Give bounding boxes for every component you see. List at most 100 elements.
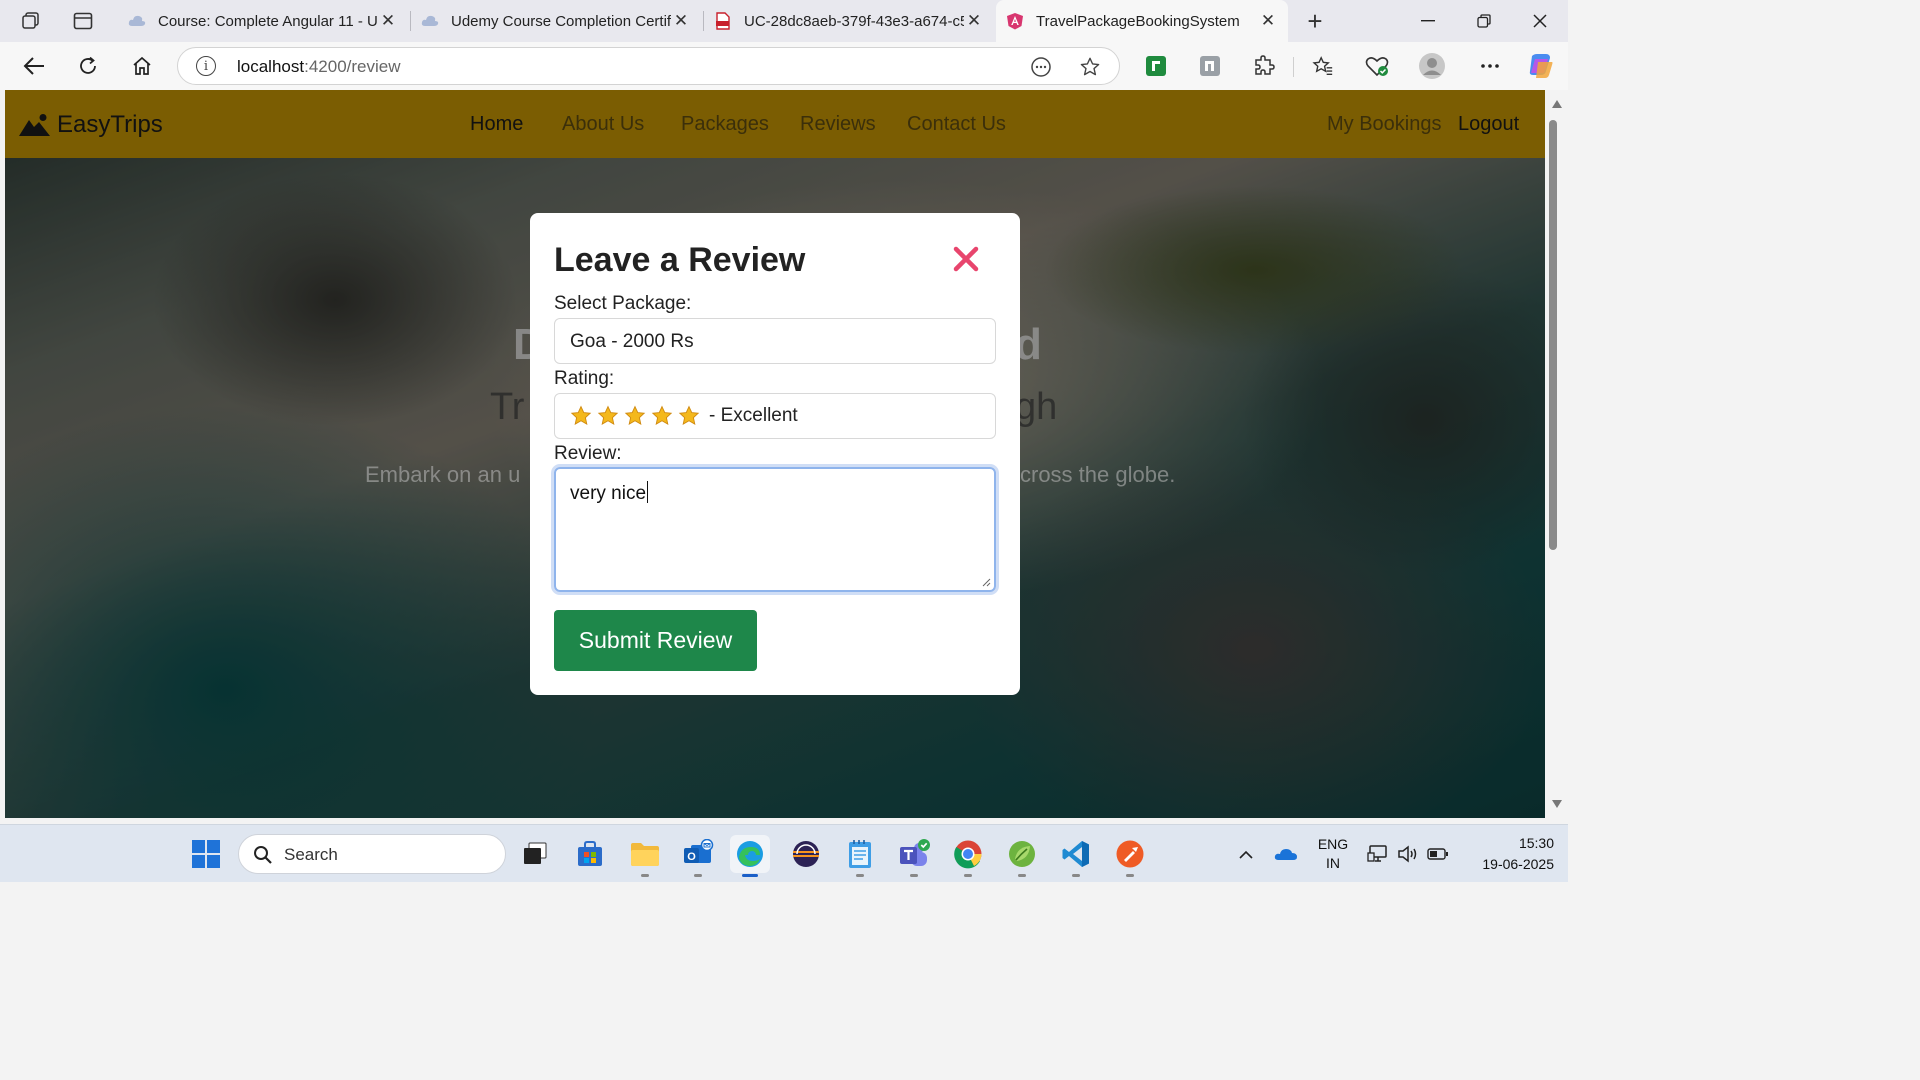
close-icon[interactable] bbox=[950, 243, 982, 275]
language-indicator[interactable]: ENG IN bbox=[1310, 835, 1356, 873]
tab-udemy-certificate[interactable]: Udemy Course Completion Certificate ✕ bbox=[411, 0, 701, 42]
star-icon bbox=[651, 405, 673, 425]
brand-name: EasyTrips bbox=[57, 111, 163, 138]
home-icon[interactable] bbox=[126, 51, 158, 81]
new-tab-button[interactable]: + bbox=[1300, 6, 1330, 36]
angular-icon bbox=[1006, 12, 1024, 30]
tab-actions-icon[interactable] bbox=[68, 6, 98, 36]
network-icon[interactable] bbox=[1366, 825, 1390, 883]
taskbar-search[interactable]: Search bbox=[238, 834, 506, 874]
chrome-icon[interactable] bbox=[948, 835, 988, 877]
mountain-icon bbox=[19, 114, 50, 136]
nav-logout[interactable]: Logout bbox=[1458, 113, 1519, 136]
star-icon bbox=[624, 405, 646, 425]
nav-packages[interactable]: Packages bbox=[681, 113, 769, 136]
package-select-value: Goa - 2000 Rs bbox=[570, 331, 694, 352]
windows-taskbar: Search O ENG IN 15:30 19-06-2025 bbox=[0, 824, 1568, 882]
tab-title: Udemy Course Completion Certificate bbox=[451, 12, 671, 30]
rating-label: Rating: bbox=[554, 368, 615, 389]
edge-browser-icon[interactable] bbox=[730, 835, 770, 877]
site-info-icon[interactable]: i bbox=[196, 56, 216, 76]
rating-text: - Excellent bbox=[709, 405, 798, 426]
extensions-puzzle-icon[interactable] bbox=[1248, 51, 1280, 81]
windows-start-icon[interactable] bbox=[186, 835, 226, 873]
text-caret bbox=[647, 481, 649, 503]
pdf-icon bbox=[714, 12, 732, 30]
spring-tools-icon[interactable] bbox=[1002, 835, 1042, 877]
scroll-up-icon[interactable] bbox=[1552, 100, 1562, 108]
tab-close-icon[interactable]: ✕ bbox=[378, 11, 398, 31]
vscode-icon[interactable] bbox=[1056, 835, 1096, 877]
minimize-icon[interactable] bbox=[1400, 0, 1456, 42]
search-label: Search bbox=[284, 845, 338, 864]
battery-icon[interactable] bbox=[1426, 825, 1450, 883]
teams-icon[interactable] bbox=[894, 835, 934, 877]
read-aloud-icon[interactable] bbox=[1029, 55, 1053, 79]
extension-n-icon[interactable] bbox=[1194, 51, 1226, 81]
tab-certificate-pdf[interactable]: UC-28dc8aeb-379f-43e3-a674-c5 ✕ bbox=[704, 0, 994, 42]
notepad-icon[interactable] bbox=[840, 835, 880, 877]
more-menu-icon[interactable] bbox=[1474, 51, 1506, 81]
site-navbar: EasyTrips Home About Us Packages Reviews… bbox=[5, 90, 1545, 158]
profile-avatar-icon[interactable] bbox=[1416, 51, 1448, 81]
review-textarea[interactable]: very nice bbox=[554, 467, 996, 592]
scrollbar-thumb[interactable] bbox=[1549, 120, 1557, 550]
tab-close-icon[interactable]: ✕ bbox=[1258, 11, 1278, 31]
tab-close-icon[interactable]: ✕ bbox=[671, 11, 691, 31]
system-clock[interactable]: 15:30 19-06-2025 bbox=[1462, 833, 1554, 875]
star-icon bbox=[570, 405, 592, 425]
file-explorer-icon[interactable] bbox=[625, 835, 665, 877]
close-window-icon[interactable] bbox=[1512, 0, 1568, 42]
star-icon bbox=[678, 405, 700, 425]
tab-title: TravelPackageBookingSystem bbox=[1036, 12, 1240, 30]
task-view-icon[interactable] bbox=[515, 835, 555, 873]
refresh-icon[interactable] bbox=[72, 51, 104, 81]
scroll-down-icon[interactable] bbox=[1552, 800, 1562, 808]
show-hidden-icons-icon[interactable] bbox=[1234, 825, 1258, 883]
svg-text:O: O bbox=[687, 851, 696, 863]
volume-icon[interactable] bbox=[1396, 825, 1420, 883]
restore-icon[interactable] bbox=[1456, 0, 1512, 42]
browser-essentials-icon[interactable] bbox=[1361, 51, 1393, 81]
favorite-star-icon[interactable] bbox=[1078, 55, 1102, 79]
workspaces-icon[interactable] bbox=[16, 6, 46, 36]
outlook-icon[interactable]: O bbox=[678, 835, 718, 877]
back-arrow-icon[interactable] bbox=[18, 51, 50, 81]
review-label: Review: bbox=[554, 443, 622, 464]
package-label: Select Package: bbox=[554, 293, 692, 314]
onedrive-icon[interactable] bbox=[1272, 825, 1300, 883]
udemy-cloud-icon bbox=[128, 12, 146, 30]
nav-my-bookings[interactable]: My Bookings bbox=[1327, 113, 1442, 136]
udemy-cloud-icon bbox=[421, 12, 439, 30]
tab-angular-course[interactable]: Course: Complete Angular 11 - Ultimate G… bbox=[118, 0, 408, 42]
copilot-icon[interactable] bbox=[1524, 51, 1556, 81]
tab-travel-booking[interactable]: TravelPackageBookingSystem ✕ bbox=[996, 0, 1288, 42]
star-icon bbox=[597, 405, 619, 425]
url-text: localhost:4200/review bbox=[237, 57, 401, 76]
postman-icon[interactable] bbox=[1110, 835, 1150, 877]
search-icon bbox=[254, 846, 272, 864]
nav-contact-us[interactable]: Contact Us bbox=[907, 113, 1006, 136]
address-bar[interactable]: i localhost:4200/review bbox=[177, 47, 1120, 85]
browser-tab-strip: Course: Complete Angular 11 - Ultimate G… bbox=[0, 0, 1568, 42]
submit-review-button[interactable]: Submit Review bbox=[554, 610, 757, 671]
review-modal: Leave a Review Select Package: Goa - 200… bbox=[530, 213, 1020, 695]
page-scrollbar[interactable] bbox=[1545, 90, 1568, 818]
extension-green-icon[interactable] bbox=[1140, 51, 1172, 81]
brand-logo[interactable]: EasyTrips bbox=[19, 111, 163, 139]
browser-toolbar: i localhost:4200/review bbox=[0, 42, 1568, 113]
eclipse-icon[interactable] bbox=[786, 835, 826, 873]
tab-title: UC-28dc8aeb-379f-43e3-a674-c5 bbox=[744, 12, 964, 30]
microsoft-store-icon[interactable] bbox=[570, 835, 610, 873]
modal-title: Leave a Review bbox=[554, 241, 806, 279]
rating-select[interactable]: - Excellent bbox=[554, 393, 996, 439]
tab-close-icon[interactable]: ✕ bbox=[964, 11, 984, 31]
resize-grip-icon[interactable] bbox=[981, 577, 991, 587]
nav-reviews[interactable]: Reviews bbox=[800, 113, 876, 136]
tab-title: Course: Complete Angular 11 - Ultimate G… bbox=[158, 12, 378, 30]
package-select[interactable]: Goa - 2000 Rs bbox=[554, 318, 996, 364]
nav-about-us[interactable]: About Us bbox=[562, 113, 644, 136]
favorites-icon[interactable] bbox=[1307, 51, 1339, 81]
review-text: very nice bbox=[570, 483, 647, 504]
nav-home[interactable]: Home bbox=[470, 113, 523, 136]
